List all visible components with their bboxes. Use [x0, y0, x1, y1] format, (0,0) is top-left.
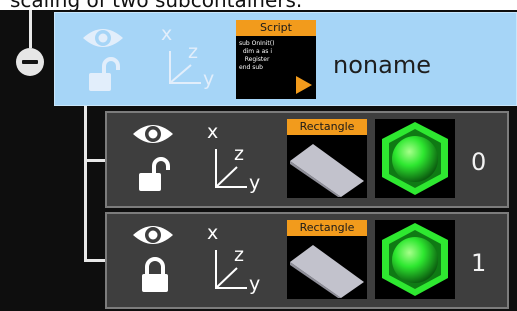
material-tile[interactable]	[375, 220, 455, 299]
axes-icon[interactable]: x z y	[157, 21, 221, 95]
axis-label-z: z	[234, 143, 244, 165]
axis-label-x: x	[207, 121, 219, 143]
material-sphere-icon	[382, 223, 448, 296]
eye-icon[interactable]	[131, 222, 175, 248]
eye-icon[interactable]	[131, 121, 175, 147]
rectangle-geometry-icon	[290, 144, 364, 197]
axes-icon[interactable]: x z y	[203, 220, 267, 300]
axis-label-x: x	[207, 222, 219, 244]
header-caption: scaling of two subcontainers.	[10, 0, 302, 10]
tree-line-children-trunk	[84, 106, 87, 261]
unlocked-padlock-icon[interactable]	[87, 57, 123, 93]
rectangle-geometry-tile[interactable]: Rectangle	[287, 119, 367, 198]
tree-row-child-0[interactable]: x z y Rectangle 0	[105, 111, 509, 208]
tree-row-noname[interactable]: x z y Script sub OnInit() dim a as i Reg…	[54, 12, 517, 106]
play-icon	[296, 76, 312, 94]
collapse-toggle-icon[interactable]	[16, 48, 44, 76]
axis-label-z: z	[234, 244, 244, 266]
material-sphere-icon	[382, 122, 448, 195]
material-tile[interactable]	[375, 119, 455, 198]
eye-icon[interactable]	[81, 25, 125, 51]
axes-icon[interactable]: x z y	[203, 119, 267, 199]
tree-line-branch-1	[84, 259, 105, 262]
script-code-preview: sub OnInit() dim a as i Register end sub	[239, 40, 275, 71]
axis-label-y: y	[249, 172, 261, 194]
visibility-lock-group	[131, 222, 175, 298]
tree-line-root-stem	[29, 10, 32, 48]
child-index: 1	[471, 249, 487, 277]
locked-padlock-icon[interactable]	[139, 256, 171, 294]
script-tile-label: Script	[236, 20, 316, 36]
header-caption-strip: scaling of two subcontainers.	[0, 0, 517, 10]
container-name[interactable]: noname	[333, 51, 431, 79]
rectangle-geometry-icon	[290, 245, 364, 298]
axis-label-y: y	[203, 68, 215, 90]
axis-label-z: z	[188, 41, 198, 63]
geometry-tile-label: Rectangle	[287, 220, 367, 236]
tree-row-child-1[interactable]: x z y Rectangle 1	[105, 212, 509, 309]
script-plugin-tile[interactable]: Script sub OnInit() dim a as i Register …	[236, 20, 316, 99]
geometry-tile-label: Rectangle	[287, 119, 367, 135]
visibility-lock-group	[81, 25, 125, 97]
tree-line-branch-0	[84, 159, 105, 162]
unlocked-padlock-icon[interactable]	[137, 157, 173, 193]
rectangle-geometry-tile[interactable]: Rectangle	[287, 220, 367, 299]
axis-label-x: x	[161, 23, 173, 45]
child-index: 0	[471, 148, 487, 176]
visibility-lock-group	[131, 121, 175, 197]
axis-label-y: y	[249, 273, 261, 295]
